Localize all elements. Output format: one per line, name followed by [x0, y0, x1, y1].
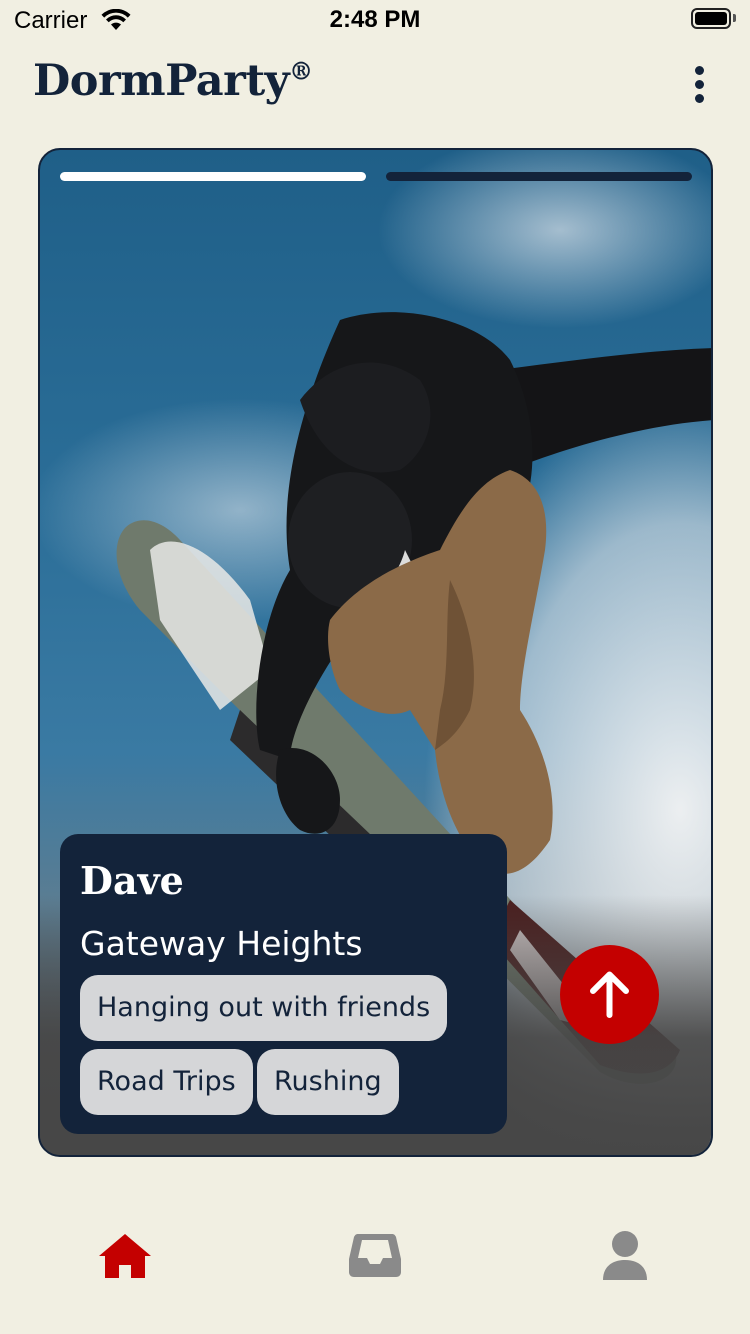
- interest-tag: Rushing: [257, 1049, 399, 1115]
- story-progress-segment-2: [386, 172, 692, 181]
- interest-tag: Hanging out with friends: [80, 975, 448, 1041]
- inbox-icon: [349, 1234, 401, 1277]
- story-progress-segment-1: [60, 172, 366, 181]
- tab-bar: [0, 1200, 750, 1334]
- tab-home[interactable]: [95, 1228, 155, 1284]
- clock: 2:48 PM: [329, 6, 421, 33]
- app-title: DormParty®: [33, 56, 313, 106]
- more-vertical-icon[interactable]: [684, 62, 716, 106]
- arrow-up-button[interactable]: [560, 945, 659, 1044]
- tab-inbox[interactable]: [345, 1228, 405, 1284]
- tab-profile[interactable]: [595, 1228, 655, 1284]
- interest-tag: Road Trips: [80, 1049, 253, 1115]
- status-bar: Carrier 2:48 PM: [0, 0, 750, 40]
- battery-icon: [691, 8, 731, 29]
- profile-icon: [603, 1231, 647, 1280]
- profile-location: Gateway Heights: [80, 924, 363, 963]
- arrow-up-icon: [590, 971, 629, 1018]
- home-icon: [99, 1234, 151, 1278]
- battery-nub: [733, 14, 736, 22]
- profile-info-panel: Dave Gateway Heights Hanging out with fr…: [60, 834, 507, 1134]
- app-title-text: DormParty: [33, 56, 290, 106]
- trademark-mark: ®: [289, 56, 313, 86]
- profile-name: Dave: [80, 858, 184, 903]
